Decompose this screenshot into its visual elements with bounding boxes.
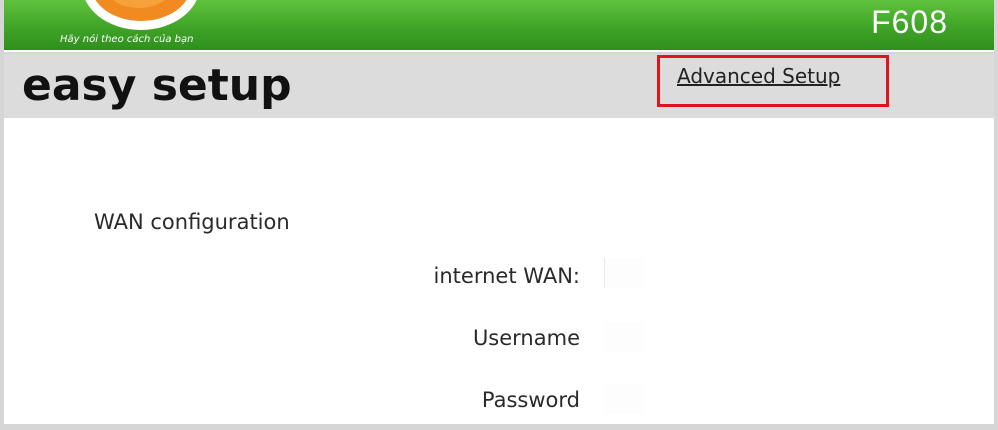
username-label: Username: [472, 326, 580, 350]
internet-wan-select[interactable]: [604, 258, 644, 288]
advanced-setup-link[interactable]: Advanced Setup: [677, 64, 840, 88]
password-label: Password: [481, 388, 580, 412]
page-frame: Hãy nói theo cách của bạn F608 easy setu…: [0, 0, 998, 430]
device-model: F608: [871, 4, 948, 40]
page-title: easy setup: [22, 60, 292, 111]
brand-slogan: Hãy nói theo cách của bạn: [60, 34, 194, 45]
internet-wan-label: internet WAN:: [433, 264, 580, 288]
top-banner: Hãy nói theo cách của bạn F608: [4, 0, 994, 52]
page-header: easy setup Advanced Setup: [4, 54, 994, 118]
wan-configuration-heading: WAN configuration: [94, 210, 290, 234]
username-input[interactable]: [604, 322, 644, 352]
password-input[interactable]: [604, 384, 644, 414]
setup-content: WAN configuration internet WAN: Username…: [4, 118, 994, 424]
